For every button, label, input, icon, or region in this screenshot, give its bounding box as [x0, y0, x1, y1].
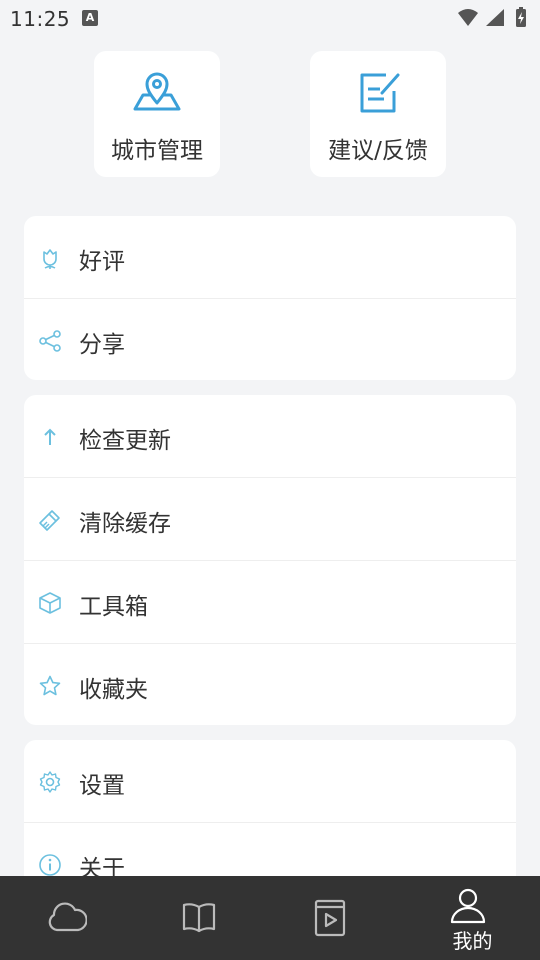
flower-icon: [43, 249, 57, 269]
status-bar: 11:25 A: [0, 0, 540, 36]
cloud-icon: [48, 902, 87, 932]
brush-icon: [39, 510, 60, 531]
nav-tab-mine[interactable]: 我的: [405, 876, 540, 960]
share-icon: [39, 330, 61, 352]
bottom-nav: 我的: [0, 876, 540, 960]
nav-tab-reading[interactable]: [135, 876, 270, 960]
info-icon: [39, 854, 61, 876]
menu-label-rate: 好评: [79, 249, 125, 275]
video-icon: [314, 899, 346, 937]
status-time: 11:25: [10, 7, 71, 31]
menu-label-settings: 设置: [79, 773, 125, 799]
feedback-card[interactable]: 建议/反馈: [310, 51, 446, 177]
menu-item-share[interactable]: 分享: [24, 299, 516, 380]
menu-group-feedback: 好评 分享: [24, 216, 516, 380]
menu-item-favorites[interactable]: 收藏夹: [24, 644, 516, 725]
menu-label-clear-cache: 清除缓存: [79, 511, 171, 537]
city-management-label: 城市管理: [111, 138, 203, 164]
arrow-up-icon: [44, 428, 56, 445]
box-icon: [39, 592, 61, 614]
menu-label-check-update: 检查更新: [79, 428, 171, 454]
edit-note-icon: [360, 73, 400, 113]
menu-item-rate[interactable]: 好评: [24, 216, 516, 299]
status-icons: [458, 7, 526, 27]
nav-label-mine: 我的: [452, 929, 493, 953]
location-map-icon: [133, 72, 181, 111]
menu-label-share: 分享: [79, 332, 125, 358]
menu-label-toolbox: 工具箱: [79, 594, 148, 620]
star-icon: [39, 675, 61, 696]
mine-screen: 11:25 A 城市管理 建议/反馈 好评 分享 检查更新 清除缓存 工具箱 收…: [0, 0, 540, 960]
notification-glyph: A: [85, 11, 95, 24]
battery-charging-icon: [516, 7, 526, 27]
menu-label-favorites: 收藏夹: [79, 677, 148, 703]
feedback-label: 建议/反馈: [328, 138, 428, 164]
user-icon: [450, 888, 486, 924]
signal-icon: [486, 9, 504, 26]
nav-tab-weather[interactable]: [0, 876, 135, 960]
menu-item-clear-cache[interactable]: 清除缓存: [24, 478, 516, 561]
book-icon: [182, 903, 216, 933]
menu-group-tools: 检查更新 清除缓存 工具箱 收藏夹: [24, 395, 516, 725]
notification-icon: A: [82, 10, 98, 26]
menu-item-toolbox[interactable]: 工具箱: [24, 561, 516, 644]
wifi-icon: [458, 9, 478, 26]
nav-tab-video[interactable]: [270, 876, 405, 960]
gear-icon: [39, 771, 61, 793]
city-management-card[interactable]: 城市管理: [94, 51, 220, 177]
menu-item-check-update[interactable]: 检查更新: [24, 395, 516, 478]
menu-item-settings[interactable]: 设置: [24, 740, 516, 823]
